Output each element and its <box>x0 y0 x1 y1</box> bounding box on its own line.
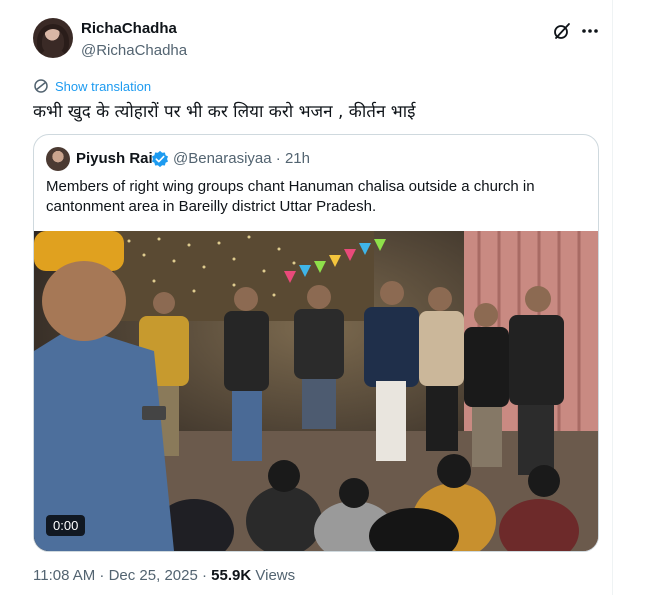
tweet-footer: 11:08 AM · Dec 25, 2025 · 55.9K Views <box>33 567 295 584</box>
author-handle[interactable]: @RichaChadha <box>81 42 187 59</box>
author-avatar[interactable] <box>33 18 73 58</box>
video-player[interactable]: 0:00 <box>34 231 598 551</box>
views-label: Views <box>255 567 296 584</box>
grok-icon[interactable] <box>553 22 571 40</box>
quoted-meta: @Benarasiyaa · 21h <box>173 150 310 167</box>
video-frame <box>34 231 598 551</box>
quoted-author-avatar[interactable] <box>46 147 70 171</box>
tweet-text: कभी खुद के त्योहारों पर भी कर लिया करो भ… <box>33 102 416 122</box>
footer-separator: · <box>197 567 212 584</box>
show-translation-link[interactable]: Show translation <box>33 78 151 94</box>
timeline-border <box>612 0 613 595</box>
quoted-text: Members of right wing groups chant Hanum… <box>46 178 535 215</box>
verified-badge-icon <box>151 150 169 168</box>
globe-icon <box>34 79 48 93</box>
video-time-badge: 0:00 <box>46 515 86 536</box>
quoted-display-name[interactable]: Piyush Rai <box>76 150 153 167</box>
show-translation-label[interactable]: Show translation <box>55 79 151 94</box>
tweet-timestamp[interactable]: 11:08 AM · Dec 25, 2025 <box>33 567 198 584</box>
quoted-handle[interactable]: @Benarasiyaa <box>173 150 272 167</box>
quoted-age: · 21h <box>275 150 310 167</box>
views-count: 55.9K <box>211 567 252 584</box>
author-display-name[interactable]: RichaChadha <box>81 20 177 37</box>
more-icon[interactable] <box>580 22 600 40</box>
quoted-tweet[interactable]: Piyush Rai @Benarasiyaa · 21h Members of… <box>33 134 599 552</box>
